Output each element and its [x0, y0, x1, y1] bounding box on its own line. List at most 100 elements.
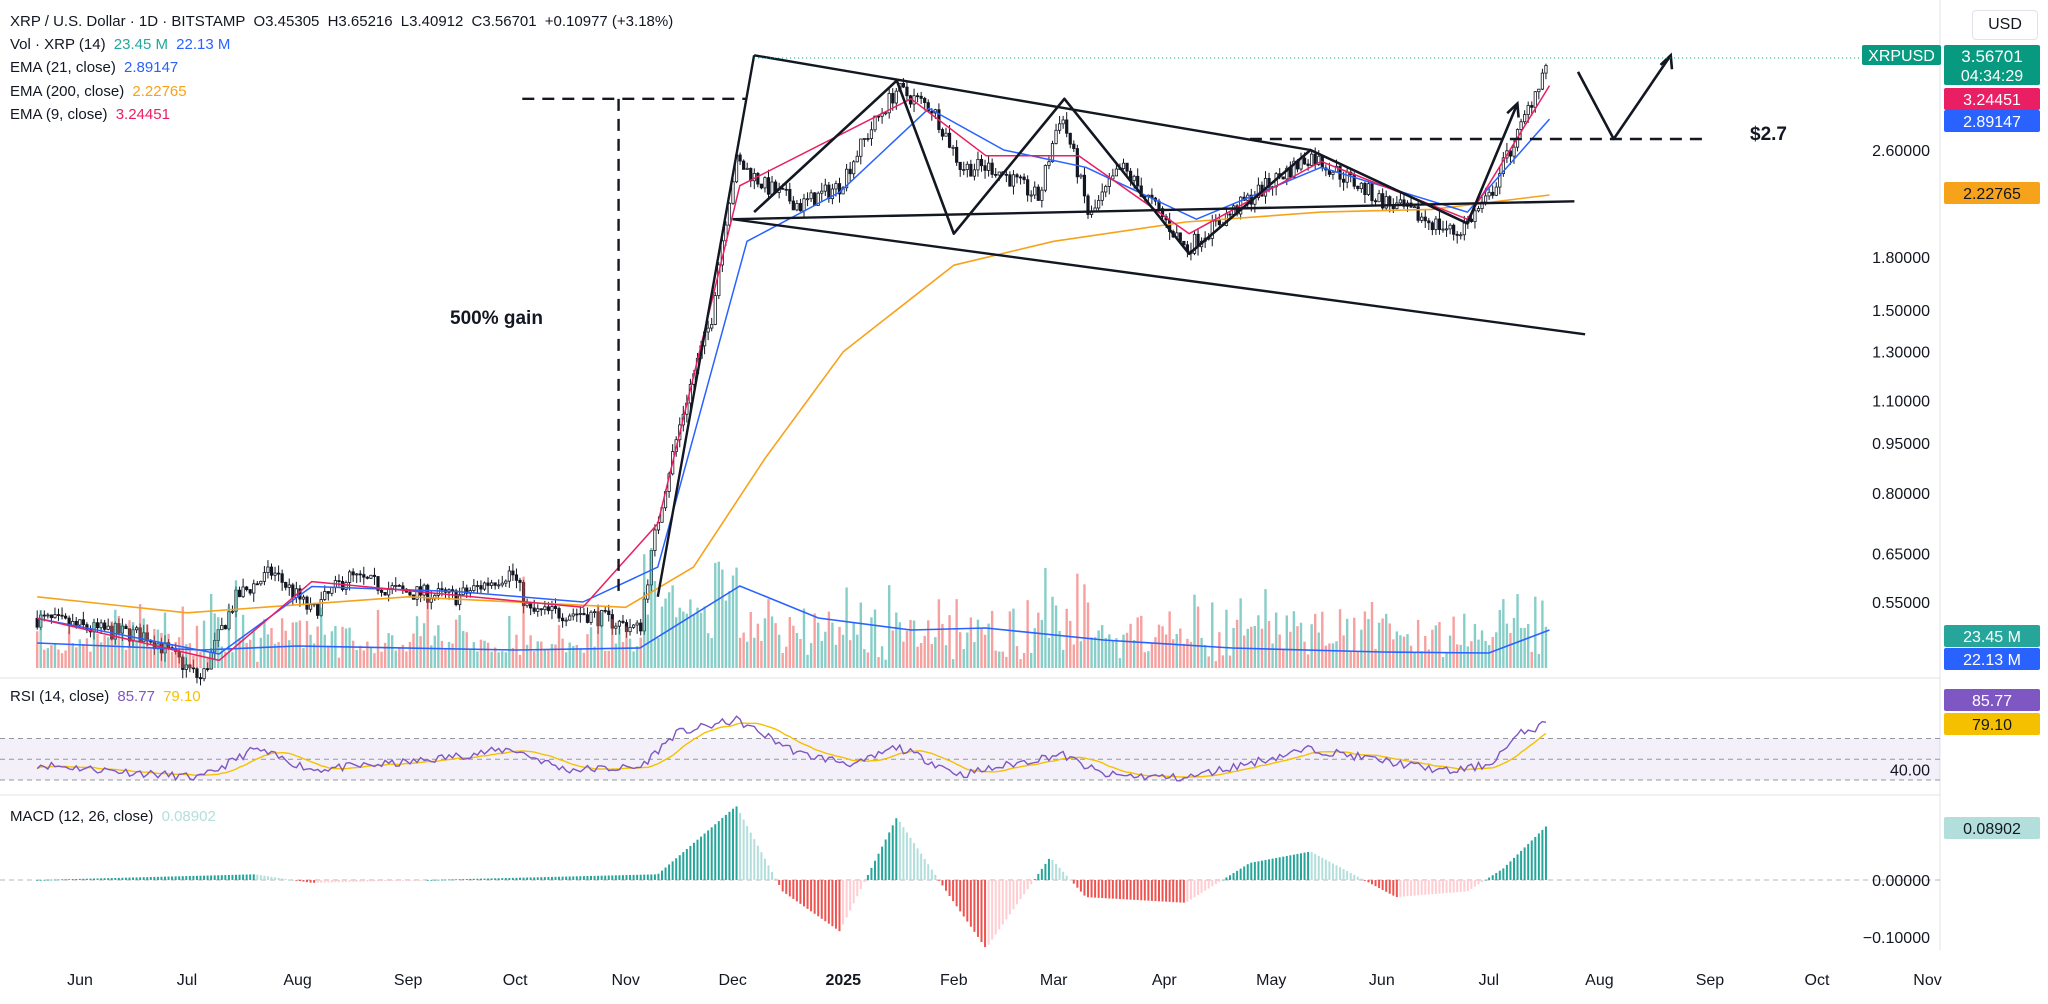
- volume-bar: [128, 620, 131, 668]
- volume-bar: [1243, 635, 1246, 668]
- macd-histogram-bar: [423, 880, 426, 881]
- macd-histogram-bar: [1335, 865, 1338, 880]
- macd-histogram-bar: [1324, 859, 1327, 880]
- macd-histogram-bar: [203, 875, 206, 880]
- volume-bar: [472, 642, 476, 668]
- volume-bar: [312, 643, 316, 668]
- projection-path[interactable]: [1576, 54, 1672, 141]
- macd-histogram-bar: [139, 877, 142, 880]
- macd-histogram-bar: [898, 821, 901, 880]
- volume-bar: [714, 562, 717, 668]
- volume-bar: [1175, 633, 1178, 668]
- volume-bar: [1306, 654, 1310, 668]
- ema21-legend[interactable]: EMA (21, close) 2.89147: [10, 58, 182, 78]
- volume-bar: [1157, 624, 1161, 668]
- rsi-legend[interactable]: RSI (14, close) 85.77 79.10: [10, 687, 205, 707]
- macd-histogram-bar: [1459, 880, 1462, 892]
- volume-bar: [927, 620, 930, 668]
- ema200-legend[interactable]: EMA (200, close) 2.22765: [10, 82, 191, 102]
- candle-body: [529, 602, 533, 609]
- macd-histogram-bar: [735, 806, 738, 880]
- volume-bar: [1498, 609, 1501, 668]
- volume-bar: [568, 642, 571, 668]
- volume-bar: [316, 626, 319, 668]
- time-tick-label: Aug: [1585, 972, 1613, 989]
- candle-body: [1061, 119, 1065, 125]
- macd-histogram-bar: [689, 845, 692, 880]
- symbol-title[interactable]: XRP / U.S. Dollar · 1D · BITSTAMP: [10, 13, 245, 30]
- candle-body: [919, 95, 923, 99]
- volume-bar: [1108, 634, 1111, 668]
- ema9-legend[interactable]: EMA (9, close) 3.24451: [10, 105, 174, 125]
- impulse-trend-line[interactable]: [656, 55, 756, 597]
- chart-svg[interactable]: 40.00 0.00000 −0.10000 2.60000 1.80000 1.50…: [0, 0, 2048, 999]
- volume-bar: [444, 648, 447, 668]
- macd-histogram-bar: [1193, 880, 1196, 898]
- zigzag-pattern[interactable]: [753, 79, 1519, 256]
- volume-bar: [366, 641, 369, 668]
- volume-bar: [298, 620, 302, 668]
- ema200-label: EMA (200, close): [10, 83, 125, 100]
- volume-bar: [998, 651, 1001, 668]
- macd-histogram-bar: [1140, 880, 1143, 901]
- candle-body: [571, 613, 575, 617]
- candle-body: [628, 626, 632, 633]
- macd-histogram-bar: [792, 880, 795, 899]
- candle-body: [440, 588, 444, 591]
- volume-bar: [256, 661, 259, 668]
- macd-tick-label: 0.00000: [1872, 873, 1930, 890]
- ticker-badge: XRPUSD: [1868, 48, 1935, 65]
- volume-ma-badge: 22.13 M: [1963, 652, 2021, 669]
- volume-bar: [1448, 635, 1452, 668]
- candle-body: [884, 112, 888, 115]
- macd-histogram-bar: [1328, 861, 1331, 880]
- macd-histogram-bar: [330, 880, 333, 883]
- volume-bar: [1285, 615, 1288, 668]
- macd-histogram-bar: [515, 877, 518, 880]
- candle-body: [1310, 153, 1314, 166]
- macd-histogram-bar: [1122, 880, 1125, 900]
- volume-legend[interactable]: Vol · XRP (14) 23.45 M 22.13 M: [10, 35, 234, 55]
- macd-histogram-bar: [930, 869, 933, 880]
- candle-body: [813, 192, 817, 206]
- chart-root: 40.00 0.00000 −0.10000 2.60000 1.80000 1.50…: [0, 0, 2048, 999]
- rsi-label: RSI (14, close): [10, 688, 110, 705]
- macd-histogram-bar: [1371, 880, 1373, 885]
- macd-legend[interactable]: MACD (12, 26, close) 0.08902: [10, 807, 220, 827]
- macd-histogram-bar: [1473, 880, 1476, 887]
- volume-bar: [1072, 644, 1075, 668]
- volume-bar: [902, 641, 905, 668]
- volume-bar: [969, 617, 973, 668]
- currency-button[interactable]: USD: [1972, 10, 2038, 40]
- ema9-badge: 3.24451: [1963, 92, 2021, 109]
- candle-body: [979, 158, 984, 167]
- time-tick-label: Nov: [611, 972, 639, 989]
- volume-bar: [699, 612, 703, 668]
- volume-bar: [884, 659, 887, 668]
- volume-bar: [146, 624, 149, 668]
- candle-body: [859, 138, 863, 157]
- volume-bar: [252, 631, 255, 668]
- volume-bar: [1377, 622, 1381, 668]
- macd-histogram-bar: [1303, 852, 1306, 880]
- volume-value: 23.45 M: [113, 36, 168, 53]
- volume-bar: [706, 633, 710, 668]
- macd-histogram-bar: [281, 878, 284, 880]
- candle-body: [493, 582, 497, 586]
- volume-bar: [398, 647, 401, 668]
- candle-body: [1050, 143, 1055, 163]
- volume-bar: [717, 561, 720, 668]
- volume-bar: [1367, 619, 1370, 668]
- volume-bar: [511, 647, 515, 668]
- candle-body: [944, 132, 948, 137]
- candle-body: [1487, 191, 1491, 197]
- volume-bar: [994, 650, 997, 668]
- macd-histogram-bar: [274, 877, 277, 880]
- volume-bar: [469, 649, 472, 668]
- macd-histogram-bar: [803, 880, 805, 907]
- macd-histogram-bar: [1363, 880, 1366, 881]
- candle-body: [635, 622, 639, 626]
- macd-histogram-bar: [1516, 854, 1519, 880]
- macd-histogram-bar: [547, 877, 550, 880]
- macd-histogram-bar: [604, 875, 607, 880]
